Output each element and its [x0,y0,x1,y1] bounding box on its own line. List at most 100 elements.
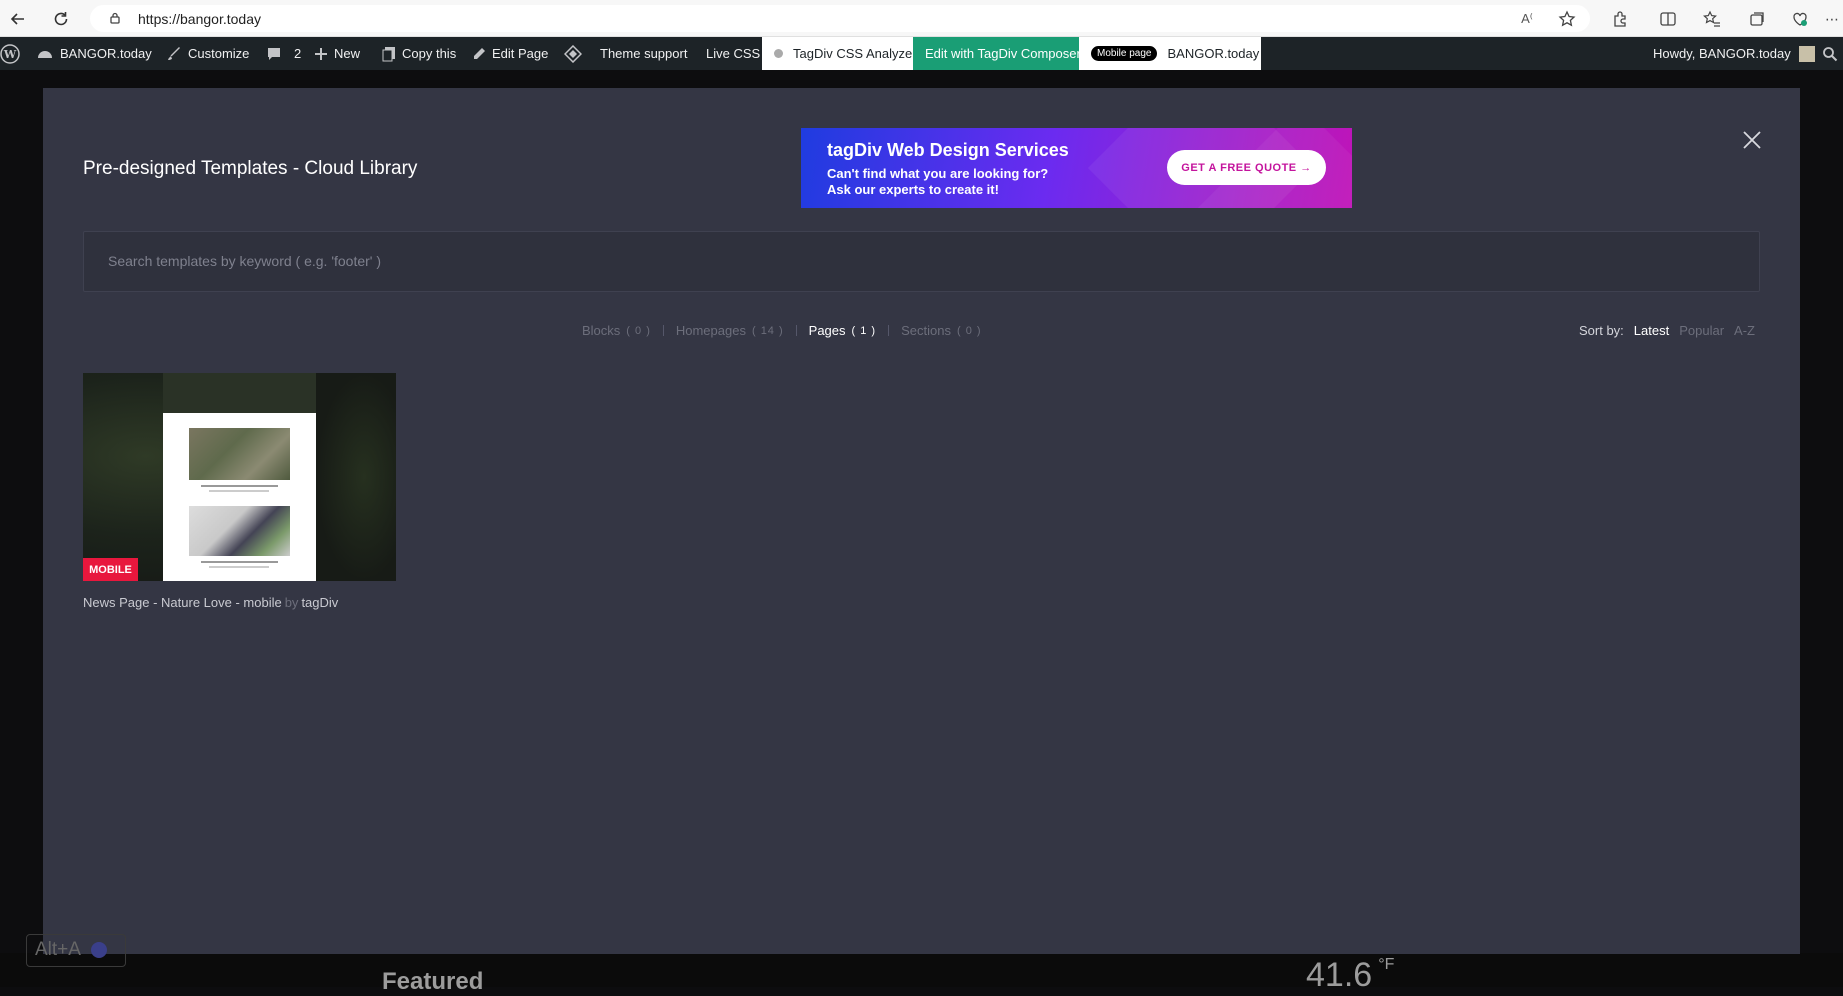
wordpress-logo-icon[interactable]: W [0,37,26,70]
refresh-icon [54,12,68,26]
howdy-label: Howdy, BANGOR.today [1653,46,1791,61]
customize-label: Customize [188,46,250,61]
pencil-icon [474,47,485,59]
background-featured-heading: Featured [382,968,484,995]
mobile-page-pill: Mobile page [1091,46,1158,61]
plus-icon [315,47,327,60]
weather-unit: °F [1378,956,1395,973]
wp-theme-support[interactable]: Theme support [564,37,687,70]
filter-count: ( 0 ) [956,324,982,337]
svg-text:W: W [3,48,17,61]
status-dot-icon [774,49,783,58]
url-text: https://bangor.today [138,11,261,27]
background-weather-temp: 41.6 °F [1306,956,1394,995]
filter-count: ( 1 ) [851,324,877,337]
free-quote-button[interactable]: GET A FREE QUOTE → [1167,150,1326,185]
filter-tab-blocks[interactable]: Blocks ( 0 ) [582,323,651,338]
dashboard-icon [38,50,52,58]
extensions-icon[interactable] [1610,9,1630,29]
wp-new[interactable]: New [314,37,360,70]
copy-this-label: Copy this [402,46,457,61]
promo-title: tagDiv Web Design Services [827,140,1069,160]
divider [888,325,890,336]
brush-icon [168,46,180,60]
sort-az[interactable]: A-Z [1734,323,1755,338]
read-aloud-icon[interactable]: A⁽ [1517,9,1537,29]
refresh-button[interactable] [49,7,73,31]
filter-tab-homepages[interactable]: Homepages ( 14 ) [676,323,784,338]
sort-popular[interactable]: Popular [1679,323,1724,338]
background-page-footer [0,953,1843,987]
close-icon [1743,131,1761,149]
comments-count: 2 [294,46,302,61]
close-modal-button[interactable] [1740,128,1764,152]
diamond-icon [564,44,582,63]
mobile-badge: MOBILE [83,558,138,581]
wp-copy-this[interactable]: Copy this [382,37,456,70]
filter-count: ( 14 ) [751,324,784,337]
new-label: New [334,46,361,61]
promo-subtitle-line1: Can't find what you are looking for? [827,166,1049,181]
sort-options: Sort by: Latest Popular A-Z [1579,323,1755,338]
template-name: News Page - Nature Love - mobile [83,595,282,610]
filter-count: ( 0 ) [626,324,651,337]
copilot-dot-icon [91,941,108,958]
template-author: tagDiv [301,595,339,610]
wp-howdy[interactable]: Howdy, BANGOR.today [1653,37,1815,70]
favorite-star-icon[interactable] [1557,9,1577,29]
template-search-input[interactable]: Search templates by keyword ( e.g. 'foot… [83,231,1760,292]
css-analyzer-label: TagDiv CSS Analyzer [793,46,917,61]
divider [662,325,664,336]
wp-edit-page[interactable]: Edit Page [472,37,548,70]
edit-composer-label: Edit with TagDiv Composer [925,46,1081,61]
wp-admin-bar: W BANGOR.today Customize 2 New Copy this… [0,37,1843,70]
wp-site-name[interactable]: BANGOR.today [36,37,152,70]
avatar [1798,45,1815,62]
site-name-label: BANGOR.today [60,46,152,61]
split-screen-icon[interactable] [1658,9,1678,29]
shortcut-label: Alt+A [35,939,80,960]
arrow-left-icon [10,13,24,25]
template-by: by [284,595,299,610]
theme-support-label: Theme support [600,46,688,61]
promo-subtitle-line2: Ask our experts to create it! [827,182,999,197]
filter-label: Pages [808,323,846,338]
weather-value: 41.6 [1306,956,1373,994]
more-icon[interactable]: ⋯ [1825,9,1839,29]
filter-tab-pages[interactable]: Pages ( 1 ) [809,323,876,338]
wp-comments[interactable]: 2 [266,37,301,70]
back-button[interactable] [6,7,30,31]
modal-title: Pre-designed Templates - Cloud Library [83,158,418,179]
copy-icon [382,46,395,61]
wp-search-icon[interactable] [1822,37,1843,70]
mobile-site-label: BANGOR.today [1167,46,1260,61]
filter-label: Blocks [582,323,621,338]
wp-css-analyzer[interactable]: TagDiv CSS Analyzer [762,37,927,70]
filter-label: Sections [901,323,951,338]
template-card[interactable]: MOBILE [83,373,396,581]
wp-edit-composer[interactable]: Edit with TagDiv Composer [913,37,1093,70]
filter-label: Homepages [675,323,746,338]
wp-live-css[interactable]: Live CSS [706,37,760,70]
filter-tab-sections[interactable]: Sections ( 0 ) [901,323,981,338]
wp-mobile-page[interactable]: Mobile page BANGOR.today [1079,37,1261,70]
lock-icon [108,11,122,30]
edit-page-label: Edit Page [492,46,549,61]
wp-customize[interactable]: Customize [166,37,249,70]
favorites-icon[interactable] [1702,9,1722,29]
sort-label: Sort by: [1579,323,1624,338]
collections-icon[interactable] [1747,9,1767,29]
health-icon[interactable] [1790,9,1810,29]
divider [795,325,797,336]
search-placeholder: Search templates by keyword ( e.g. 'foot… [108,253,382,269]
template-caption[interactable]: News Page - Nature Love - mobile by tagDiv [83,595,338,610]
comment-icon [268,47,280,60]
cloud-library-modal: Pre-designed Templates - Cloud Library t… [43,88,1800,954]
live-css-label: Live CSS [706,46,761,61]
browser-toolbar: https://bangor.today A⁽ ⋯ [0,0,1843,37]
sort-latest[interactable]: Latest [1634,323,1669,338]
promo-banner[interactable]: tagDiv Web Design Services Can't find wh… [801,128,1352,208]
template-filter-tabs: Blocks ( 0 ) Homepages ( 14 ) Pages ( 1 … [582,323,982,338]
template-preview-image [163,373,316,581]
address-bar[interactable]: https://bangor.today [90,5,1590,32]
